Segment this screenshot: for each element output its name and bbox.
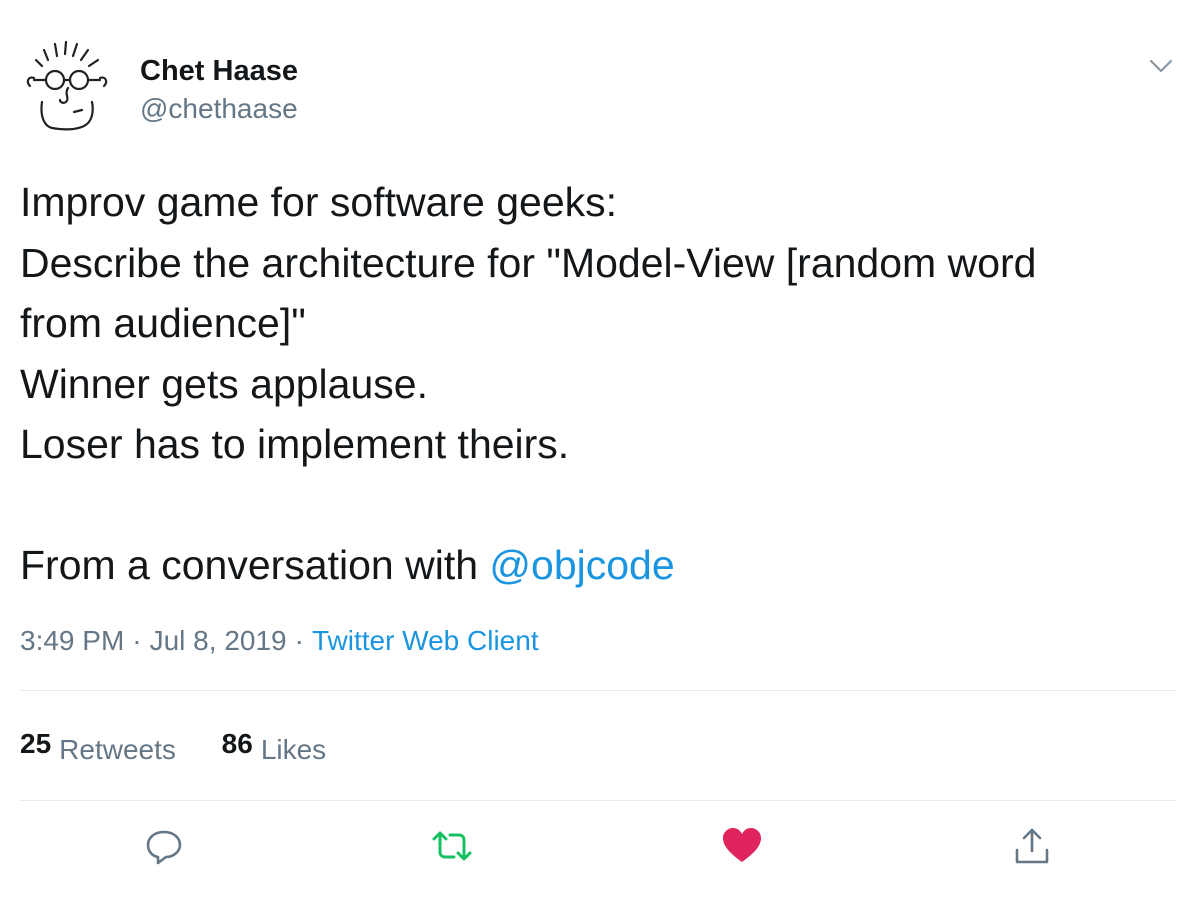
retweets-label: Retweets xyxy=(59,734,176,765)
tweet-line: Winner gets applause. xyxy=(20,360,428,407)
share-button[interactable] xyxy=(1010,826,1054,870)
meta-separator: · xyxy=(132,625,142,656)
tweet-date[interactable]: Jul 8, 2019 xyxy=(150,625,287,656)
heart-icon xyxy=(722,827,762,870)
tweet-line: Improv game for software geeks: xyxy=(20,179,618,225)
likes-stat[interactable]: 86 Likes xyxy=(221,724,327,765)
tweet-line-prefix: From a conversation with xyxy=(20,542,490,588)
retweets-stat[interactable]: 25 Retweets xyxy=(20,724,176,765)
author-block[interactable]: Chet Haase @chethaase xyxy=(140,54,298,126)
like-button[interactable] xyxy=(720,826,764,870)
handle[interactable]: @chethaase xyxy=(140,92,298,126)
tweet-meta: 3:49 PM · Jul 8, 2019 · Twitter Web Client xyxy=(20,622,539,660)
meta-separator: · xyxy=(294,625,304,656)
likes-label: Likes xyxy=(260,734,327,765)
retweet-icon xyxy=(430,826,474,871)
display-name[interactable]: Chet Haase xyxy=(140,54,298,88)
tweet-line: Describe the architecture for "Model-Vie… xyxy=(20,239,1037,286)
share-icon xyxy=(1012,826,1052,871)
reply-icon xyxy=(144,826,184,871)
tweet-stats: 25 Retweets 86 Likes xyxy=(20,724,364,765)
avatar[interactable] xyxy=(22,38,112,134)
mention-link[interactable]: @objcode xyxy=(489,542,674,588)
tweet-time[interactable]: 3:49 PM xyxy=(20,625,124,656)
divider xyxy=(20,800,1176,801)
reply-button[interactable] xyxy=(142,826,186,870)
tweet-line: From a conversation with @objcode xyxy=(20,535,1180,596)
likes-count: 86 xyxy=(221,728,253,759)
tweet-text: Improv game for software geeks: Describe… xyxy=(20,172,1180,596)
more-options-button[interactable] xyxy=(1146,52,1176,80)
chevron-down-icon xyxy=(1146,59,1176,84)
tweet-line: from audience]" xyxy=(20,300,306,346)
tweet-source-link[interactable]: Twitter Web Client xyxy=(312,625,539,656)
tweet-line: Loser has to implement theirs. xyxy=(20,421,570,467)
retweets-count: 25 xyxy=(20,728,52,759)
divider xyxy=(20,690,1176,691)
retweet-button[interactable] xyxy=(430,826,474,870)
